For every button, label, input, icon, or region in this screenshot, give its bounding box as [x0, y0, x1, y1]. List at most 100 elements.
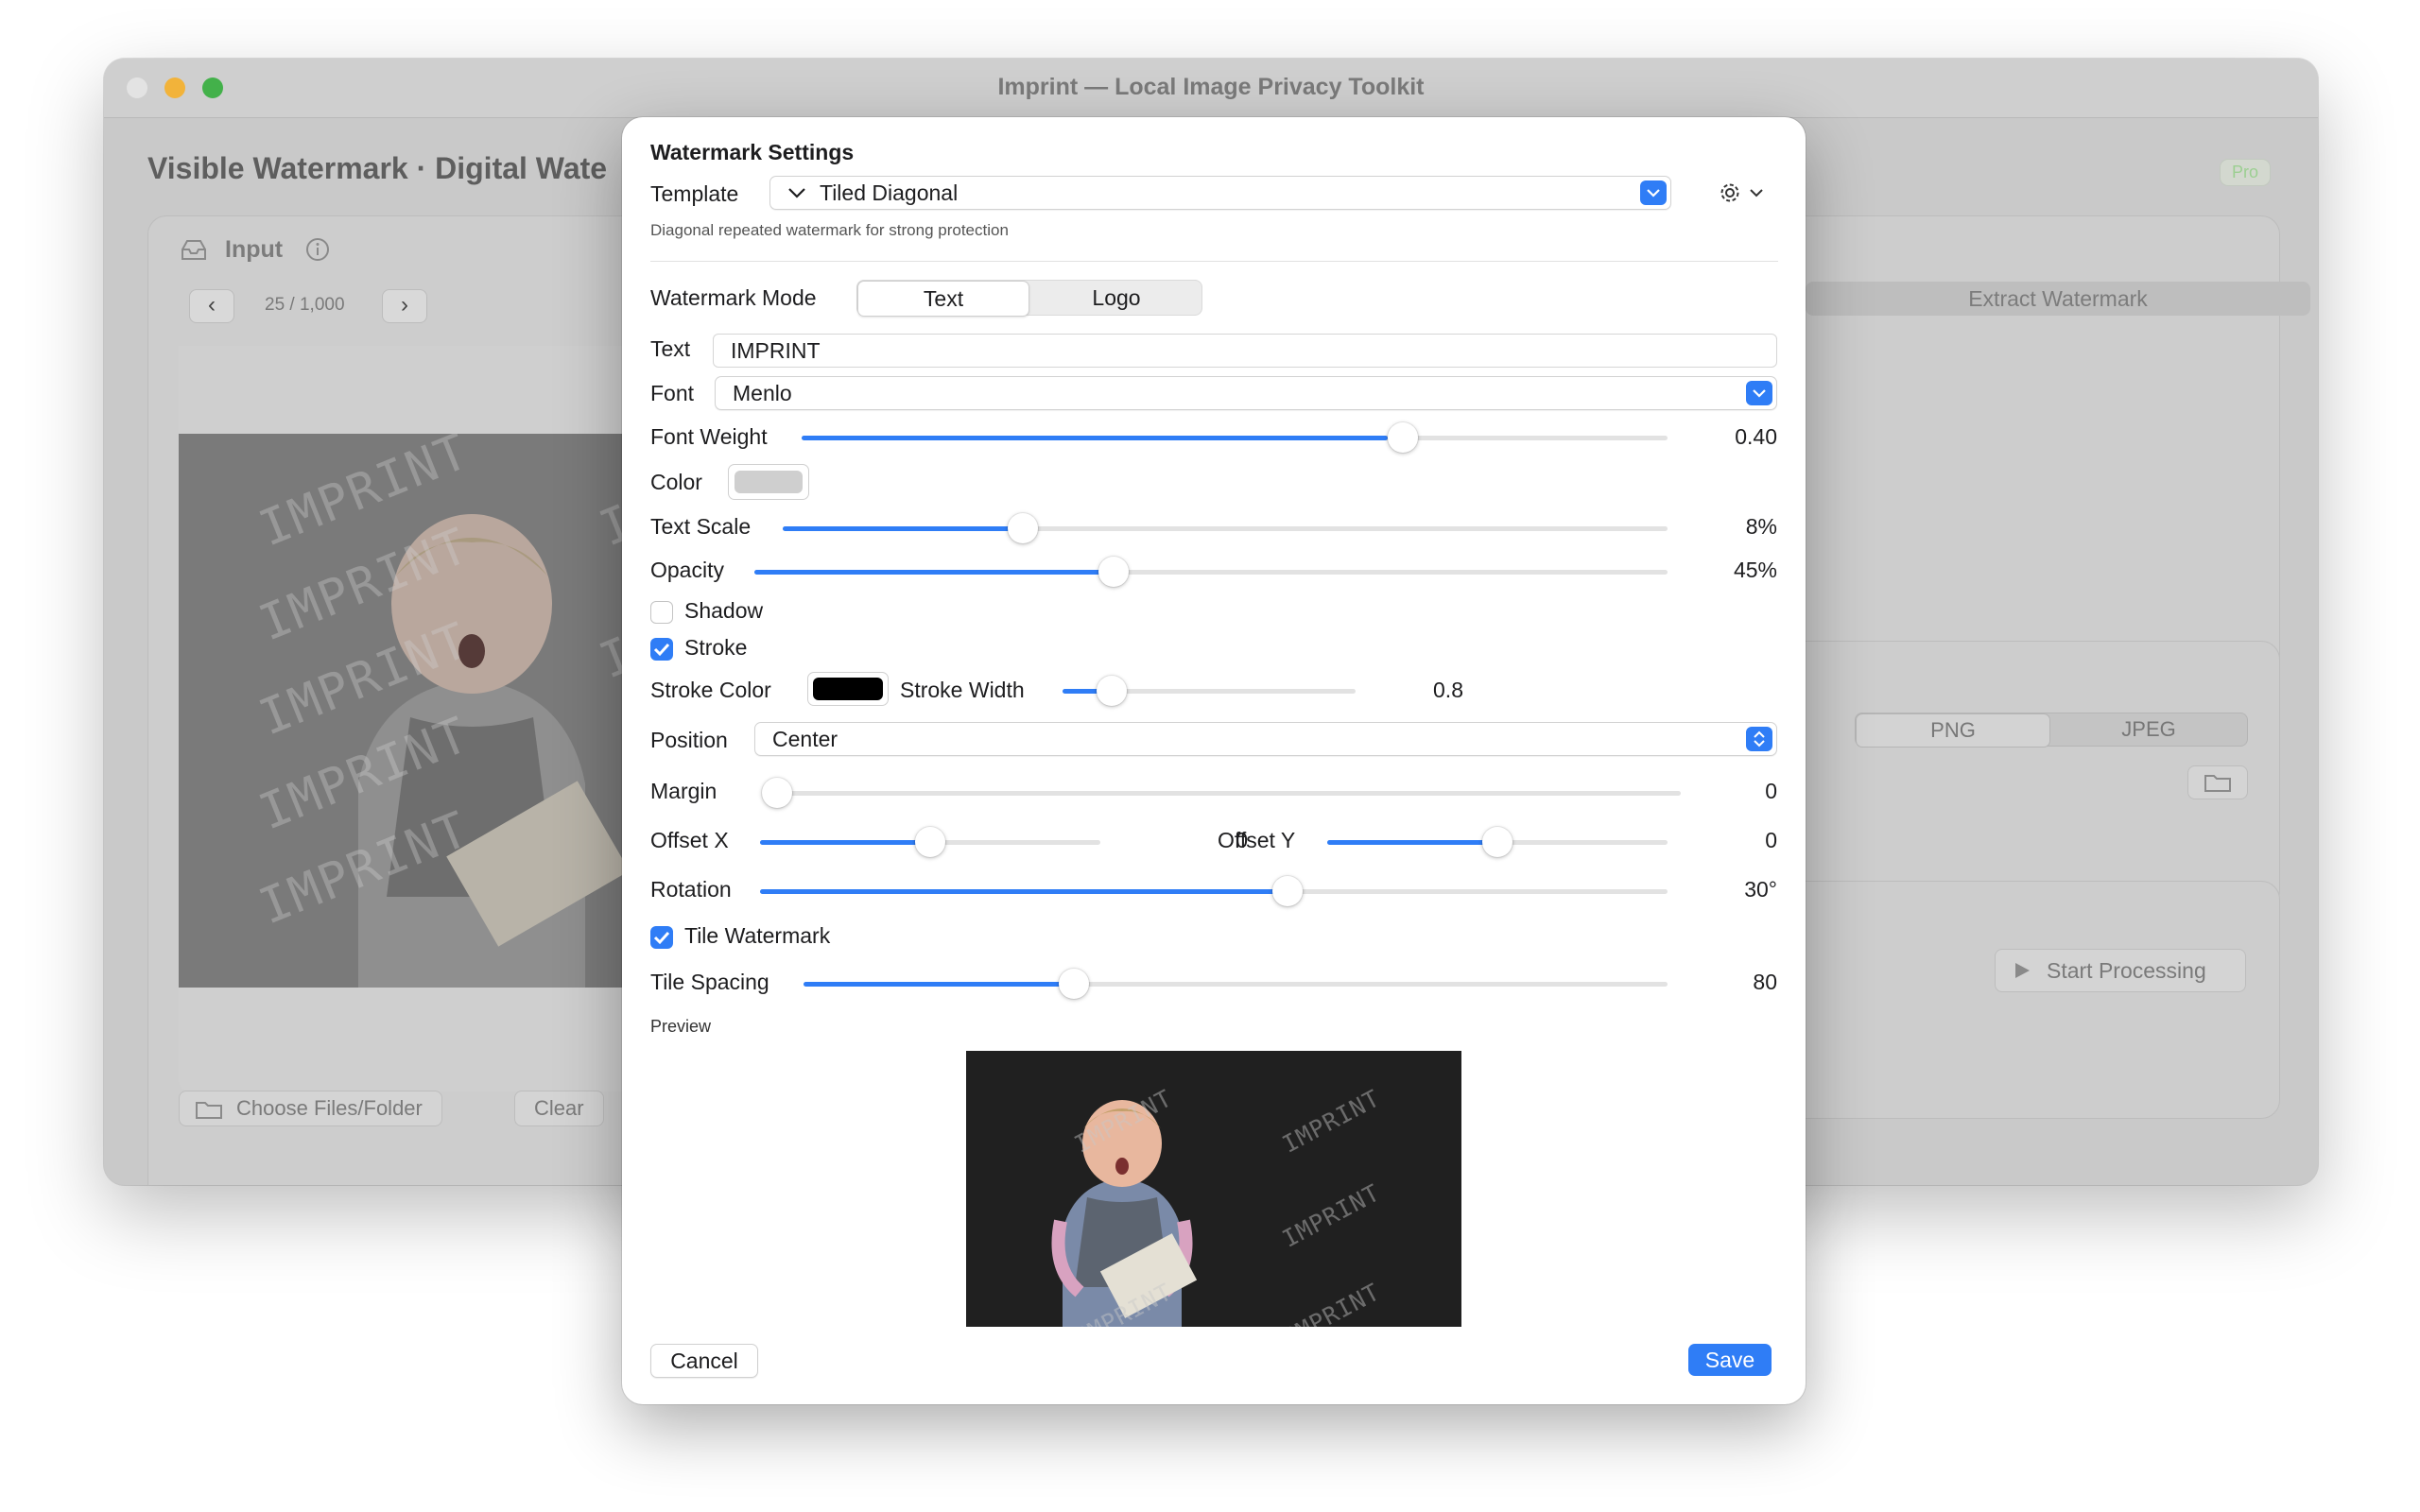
next-image-button[interactable]: ›: [382, 289, 427, 323]
font-value: Menlo: [733, 381, 792, 405]
template-actions-menu[interactable]: [1719, 180, 1772, 206]
cancel-button[interactable]: Cancel: [650, 1344, 758, 1378]
opacity-slider[interactable]: [754, 557, 1668, 587]
format-png[interactable]: PNG: [1856, 713, 2050, 747]
template-label: Template: [650, 181, 739, 206]
preview-watermark: IMPRINT: [1277, 1178, 1385, 1253]
chevron-right-icon: ›: [401, 292, 408, 318]
text-label: Text: [650, 336, 691, 361]
pro-badge: Pro: [2220, 159, 2272, 186]
tile-spacing-knob[interactable]: [1059, 969, 1089, 999]
shadow-checkbox[interactable]: [650, 601, 673, 624]
offset-x-label: Offset X: [650, 828, 729, 852]
folder-icon: [196, 1102, 222, 1119]
mode-text-option[interactable]: Text: [857, 281, 1029, 317]
offset-y-knob[interactable]: [1482, 827, 1512, 857]
stroke-color-label: Stroke Color: [650, 678, 771, 702]
watermark-settings-sheet: Watermark Settings Template Tiled Diagon…: [622, 117, 1806, 1404]
stroke-width-value: 0.8: [1433, 678, 1463, 702]
stroke-color-well[interactable]: [807, 672, 889, 706]
format-jpeg[interactable]: JPEG: [2052, 713, 2245, 746]
font-dropdown-button[interactable]: [1746, 381, 1772, 405]
checkmark-icon: [653, 931, 670, 945]
clear-button[interactable]: Clear: [514, 1091, 604, 1126]
template-dropdown-button[interactable]: [1640, 180, 1667, 205]
up-down-chevron-icon: [1754, 730, 1765, 747]
clear-label: Clear: [534, 1096, 584, 1120]
offset-x-slider[interactable]: [760, 827, 1100, 857]
window-title: Imprint — Local Image Privacy Toolkit: [997, 74, 1425, 100]
chevron-left-icon: ‹: [208, 292, 216, 318]
offset-x-fill: [760, 840, 930, 845]
preview-watermark: IMPRINT: [1277, 1084, 1385, 1159]
offset-x-knob[interactable]: [915, 827, 945, 857]
page-title: Visible Watermark · Digital Wate: [147, 151, 608, 185]
template-select[interactable]: Tiled Diagonal: [769, 176, 1671, 210]
previous-image-button[interactable]: ‹: [189, 289, 234, 323]
image-pager: 25 / 1,000: [265, 295, 345, 315]
watermark-mode-label: Watermark Mode: [650, 285, 817, 310]
margin-slider[interactable]: [762, 778, 1681, 808]
rotation-fill: [760, 889, 1286, 894]
rotation-knob[interactable]: [1272, 876, 1303, 906]
text-scale-label: Text Scale: [650, 514, 752, 539]
font-weight-value: 0.40: [1735, 424, 1777, 449]
stroke-checkbox[interactable]: [650, 638, 673, 661]
margin-value: 0: [1765, 779, 1777, 803]
color-label: Color: [650, 470, 702, 494]
opacity-fill: [754, 570, 1114, 575]
shadow-label: Shadow: [684, 598, 764, 623]
play-icon: [2015, 963, 2030, 978]
position-value: Center: [772, 727, 838, 751]
tile-spacing-slider[interactable]: [804, 969, 1668, 999]
chevron-down-icon: [1753, 389, 1766, 398]
mode-logo-option[interactable]: Logo: [1031, 281, 1201, 315]
save-button[interactable]: Save: [1688, 1344, 1772, 1376]
title-bar: Imprint — Local Image Privacy Toolkit: [104, 59, 2318, 118]
preview-watermark: IMPRINT: [1277, 1278, 1385, 1327]
text-scale-knob[interactable]: [1008, 513, 1038, 543]
position-select[interactable]: Center: [754, 722, 1777, 756]
tile-watermark-label: Tile Watermark: [684, 923, 831, 948]
format-segmented-control: PNG JPEG: [1855, 713, 2248, 747]
opacity-knob[interactable]: [1098, 557, 1129, 587]
start-processing-button[interactable]: Start Processing: [1995, 949, 2246, 992]
font-select[interactable]: Menlo: [715, 376, 1777, 410]
output-folder-button[interactable]: [2187, 765, 2248, 799]
tile-watermark-checkbox[interactable]: [650, 926, 673, 949]
stroke-label: Stroke: [684, 635, 748, 660]
tab-extract-watermark[interactable]: Extract Watermark: [1806, 282, 2310, 316]
margin-label: Margin: [650, 779, 717, 803]
color-well[interactable]: [728, 464, 809, 500]
choose-files-button[interactable]: Choose Files/Folder: [179, 1091, 442, 1126]
color-swatch: [735, 471, 803, 493]
info-icon[interactable]: [304, 236, 331, 263]
stroke-width-knob[interactable]: [1097, 676, 1127, 706]
margin-knob[interactable]: [762, 778, 792, 808]
input-heading: Input: [225, 236, 284, 263]
text-scale-slider[interactable]: [783, 513, 1668, 543]
font-label: Font: [650, 381, 695, 405]
offset-y-label: Offset Y: [1218, 828, 1296, 852]
watermark-mode-control: Text Logo: [856, 280, 1202, 317]
start-processing-label: Start Processing: [2047, 958, 2206, 983]
chevron-down-icon: [788, 188, 805, 198]
watermark-text-value: IMPRINT: [731, 338, 821, 363]
stroke-color-swatch: [813, 678, 883, 700]
rotation-slider[interactable]: [760, 876, 1668, 906]
divider: [650, 261, 1778, 262]
choose-files-label: Choose Files/Folder: [236, 1096, 423, 1120]
text-scale-fill: [783, 526, 1021, 531]
sheet-title: Watermark Settings: [650, 140, 855, 164]
font-weight-knob[interactable]: [1388, 422, 1418, 453]
stroke-width-slider[interactable]: [1063, 676, 1356, 706]
font-weight-label: Font Weight: [650, 424, 768, 449]
position-dropdown-button[interactable]: [1746, 727, 1772, 751]
watermark-text-input[interactable]: IMPRINT: [713, 334, 1777, 368]
offset-y-slider[interactable]: [1327, 827, 1668, 857]
opacity-value: 45%: [1733, 558, 1777, 582]
process-panel: [1768, 881, 2280, 1119]
stroke-width-label: Stroke Width: [900, 678, 1025, 702]
template-description: Diagonal repeated watermark for strong p…: [650, 221, 1009, 239]
font-weight-slider[interactable]: [802, 422, 1668, 453]
